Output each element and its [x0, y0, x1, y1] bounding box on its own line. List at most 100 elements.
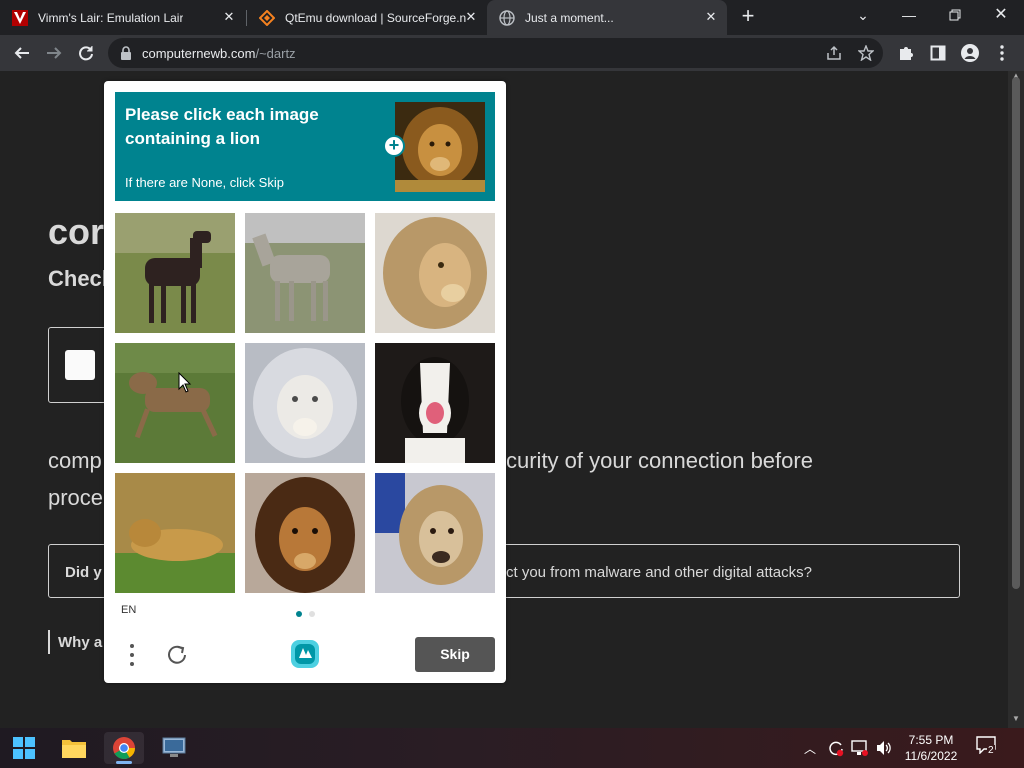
restore-icon: [949, 9, 961, 21]
vimm-v-icon: [12, 9, 28, 26]
scroll-down-icon[interactable]: ▼: [1012, 714, 1020, 723]
kebab-menu-icon: [1000, 45, 1004, 61]
tab-title: Vimm's Lair: Emulation Lair: [38, 10, 184, 25]
star-icon[interactable]: [858, 45, 874, 61]
close-icon[interactable]: ✕: [703, 9, 719, 25]
lying-lion-image: [115, 473, 235, 593]
volume-icon[interactable]: [875, 739, 893, 757]
page-body-left: comp: [48, 448, 102, 473]
scrollbar-thumb[interactable]: [1012, 77, 1020, 589]
profile-button[interactable]: [956, 39, 984, 67]
why-link[interactable]: Why a: [58, 634, 102, 651]
tab-just-a-moment[interactable]: Just a moment... ✕: [487, 0, 727, 35]
show-hidden-icons-chevron-icon[interactable]: ︿: [804, 740, 816, 757]
lion-image: [375, 213, 495, 333]
captcha-image-1[interactable]: [115, 213, 235, 333]
captcha-image-3[interactable]: [375, 213, 495, 333]
computer-monitor-icon: [162, 737, 186, 757]
folder-icon: [62, 740, 86, 758]
reload-button[interactable]: [72, 39, 100, 67]
active-app-indicator: [116, 761, 132, 764]
notification-center-button[interactable]: 2: [976, 736, 1000, 760]
menu-dots-icon[interactable]: [129, 643, 135, 667]
captcha-instruction: If there are None, click Skip: [125, 175, 284, 190]
dog-image: [375, 473, 495, 593]
side-panel-button[interactable]: [924, 39, 952, 67]
captcha-image-4[interactable]: [115, 343, 235, 463]
captcha-image-6[interactable]: [375, 343, 495, 463]
horse-image: [245, 213, 365, 333]
notification-count: 2: [987, 745, 995, 756]
page-body-left-2: proce: [48, 485, 104, 510]
white-lion-image: [245, 343, 365, 463]
browser-toolbar: computernewb.com/~dartz: [0, 35, 1024, 71]
start-button[interactable]: [4, 732, 44, 764]
clock-time: 7:55 PM: [908, 733, 954, 747]
globe-icon: [499, 9, 515, 26]
language-selector[interactable]: EN: [121, 604, 136, 616]
tab-strip: Vimm's Lair: Emulation Lair ✕ QtEmu down…: [0, 0, 1024, 35]
skip-button[interactable]: Skip: [415, 637, 495, 672]
captcha-image-9[interactable]: [375, 473, 495, 593]
clock-date: 11/6/2022: [904, 749, 958, 763]
taskbar-chrome[interactable]: [104, 732, 144, 764]
captcha-challenge: Please click each image containing a lio…: [104, 81, 506, 683]
refresh-icon[interactable]: [165, 643, 189, 667]
notice-right: ct you from malware and other digital at…: [506, 564, 812, 581]
notice-left: Did y: [65, 564, 102, 581]
captcha-prompt: Please click each image containing a lio…: [125, 105, 319, 148]
horse-image: [115, 213, 235, 333]
dog-image: [375, 343, 495, 463]
forward-button[interactable]: [40, 39, 68, 67]
tab-title: Just a moment...: [525, 10, 614, 25]
example-image-lion: [395, 102, 485, 192]
taskbar-file-explorer[interactable]: [54, 732, 94, 764]
url-text: computernewb.com/~dartz: [142, 46, 296, 61]
url-path: /~dartz: [255, 46, 296, 61]
captcha-image-7[interactable]: [115, 473, 235, 593]
restore-button[interactable]: [932, 0, 978, 32]
menu-button[interactable]: [988, 39, 1016, 67]
sourceforge-icon: [259, 9, 275, 26]
tab-sourceforge[interactable]: QtEmu download | SourceForge.n ✕: [247, 0, 487, 35]
lock-icon: [121, 46, 131, 60]
captcha-image-5[interactable]: [245, 343, 365, 463]
windows-logo-icon: [13, 737, 35, 759]
sync-status-icon[interactable]: [827, 739, 845, 757]
profile-icon: [961, 44, 979, 62]
chrome-icon: [113, 737, 135, 759]
page-content: cor Check comp proce curity of your conn…: [0, 71, 1008, 728]
share-icon[interactable]: [826, 45, 842, 61]
page-indicator-active: [296, 611, 302, 617]
taskbar-app[interactable]: [154, 732, 194, 764]
address-bar[interactable]: computernewb.com/~dartz: [108, 38, 883, 68]
page-heading: cor: [48, 211, 105, 252]
windows-taskbar: ︿ 7:55 PM 11/6/2022 2: [0, 728, 1024, 768]
minimize-button[interactable]: —: [886, 0, 932, 32]
close-icon[interactable]: ✕: [221, 9, 237, 25]
network-icon[interactable]: [851, 739, 869, 757]
reload-icon: [79, 46, 93, 61]
forward-arrow-icon: [47, 47, 62, 59]
page-scrollbar[interactable]: ▲ ▼: [1008, 71, 1024, 728]
puzzle-icon: [900, 47, 913, 60]
extensions-button[interactable]: [892, 39, 920, 67]
side-panel-icon: [930, 45, 946, 61]
new-tab-button[interactable]: +: [737, 5, 759, 28]
system-clock[interactable]: 7:55 PM 11/6/2022: [900, 732, 962, 764]
close-window-button[interactable]: ✕: [978, 0, 1024, 32]
hcaptcha-logo-icon: [291, 640, 319, 668]
checkbox[interactable]: [65, 350, 95, 380]
close-icon[interactable]: ✕: [463, 9, 479, 25]
page-body-right: curity of your connection before: [506, 448, 813, 473]
captcha-image-8[interactable]: [245, 473, 365, 593]
plus-icon[interactable]: +: [383, 135, 405, 157]
dog-image: [115, 343, 235, 463]
tab-vimms-lair[interactable]: Vimm's Lair: Emulation Lair ✕: [0, 0, 245, 35]
why-divider: [48, 630, 50, 654]
captcha-image-2[interactable]: [245, 213, 365, 333]
tab-search-chevron-icon[interactable]: ⌄: [840, 0, 886, 32]
page-indicator: [309, 611, 315, 617]
back-button[interactable]: [8, 39, 36, 67]
back-arrow-icon: [14, 47, 29, 59]
